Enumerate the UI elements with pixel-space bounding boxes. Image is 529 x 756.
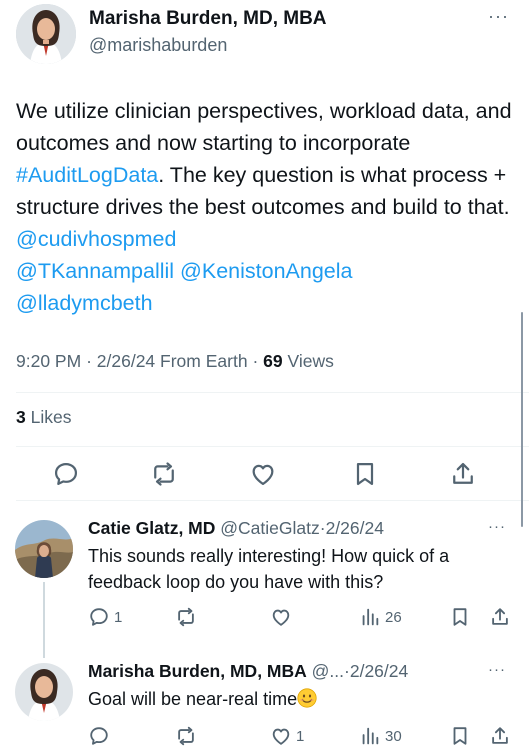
reply-author-name[interactable]: Marisha Burden, MD, MBA [88,661,307,681]
share-icon [489,725,511,747]
scrollbar[interactable] [521,312,523,527]
reply-date[interactable]: 2/26/24 [326,518,384,538]
reply-handle[interactable]: @... [312,661,344,681]
reply-avatar[interactable] [15,663,73,721]
views-button[interactable]: 30 [359,725,402,747]
reply-text: This sounds really interesting! How quic… [88,546,450,592]
like-button[interactable]: 1 [270,725,304,747]
share-icon[interactable] [449,460,477,488]
reply-header: Catie Glatz, MD @CatieGlatz·2/26/24 [88,518,384,539]
views-count: 26 [385,608,402,626]
hashtag-link[interactable]: #AuditLogData [16,163,158,187]
views-label: Views [287,351,334,371]
like-icon[interactable] [249,460,277,488]
likes-count: 3 [16,407,26,427]
reply-icon [88,725,110,747]
more-icon[interactable]: ··· [488,661,506,678]
views-icon [359,725,381,747]
bookmark-icon[interactable] [449,606,471,628]
tweet-body: We utilize clinician perspectives, workl… [16,95,526,319]
repost-icon [175,725,197,747]
bookmark-icon[interactable] [351,460,379,488]
divider [16,446,529,447]
repost-icon[interactable] [150,460,178,488]
likes-summary[interactable]: 3 Likes [16,407,71,428]
tweet-time[interactable]: 9:20 PM [16,351,81,371]
thread-line [43,582,45,658]
share-icon[interactable] [489,606,511,628]
mention-link[interactable]: @cudivhospmed [16,227,176,251]
divider [16,500,529,501]
bookmark-icon[interactable] [449,725,471,747]
tweet-date[interactable]: 2/26/24 [97,351,155,371]
author-name[interactable]: Marisha Burden, MD, MBA [89,8,327,30]
like-count: 1 [296,727,305,745]
share-icon [489,606,511,628]
repost-button[interactable] [175,606,201,628]
views-count: 30 [385,727,402,745]
reply-button[interactable] [88,725,114,747]
reply-author-name[interactable]: Catie Glatz, MD [88,518,215,538]
reply-header: Marisha Burden, MD, MBA @...·2/26/24 [88,661,408,682]
more-icon[interactable]: ··· [488,518,506,535]
mention-link[interactable]: @TKannampallil [16,259,174,283]
reply-icon [88,606,110,628]
repost-icon [175,606,197,628]
views-count: 69 [263,351,283,371]
more-icon[interactable]: ··· [488,6,509,27]
reply-text-wrap: Goal will be near-real time [88,686,518,712]
like-icon [270,725,292,747]
reply-handle[interactable]: @CatieGlatz [220,518,319,538]
separator: · [252,351,259,371]
tweet-source: From Earth [160,351,248,371]
smile-emoji [297,688,317,708]
mention-link[interactable]: @lladymcbeth [16,291,153,315]
separator: · [86,351,92,371]
likes-label: Likes [30,407,72,427]
reply-icon[interactable] [52,460,80,488]
reply-date[interactable]: 2/26/24 [350,661,408,681]
repost-button[interactable] [175,725,201,747]
reply-avatar[interactable] [15,520,73,578]
like-icon [270,606,292,628]
views-button[interactable]: 26 [359,606,402,628]
share-icon[interactable] [489,725,511,747]
bookmark-icon [449,606,471,628]
bookmark-icon [449,725,471,747]
tweet-text: We utilize clinician perspectives, workl… [16,99,512,155]
author-handle[interactable]: @marishaburden [89,35,227,56]
tweet-meta: 9:20 PM · 2/26/24 From Earth · 69 Views [16,351,334,372]
mention-link[interactable]: @KenistonAngela [180,259,352,283]
reply-text: Goal will be near-real time [88,689,298,709]
author-avatar[interactable] [16,4,76,64]
divider [16,392,529,393]
views-icon [359,606,381,628]
like-button[interactable] [270,606,296,628]
reply-button[interactable]: 1 [88,606,122,628]
reply-count: 1 [114,608,123,626]
